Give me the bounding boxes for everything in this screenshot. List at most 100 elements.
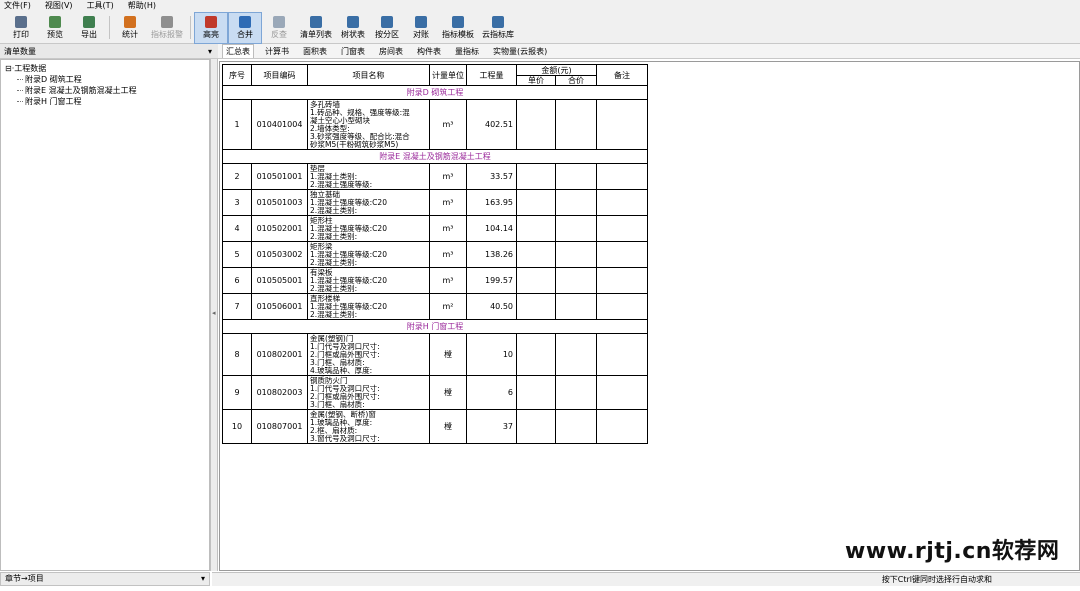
toolbar-button-label: 按分区 [375,30,399,39]
cell-seq: 2 [222,163,252,190]
cell-unit: m³ [429,267,467,294]
cell-code: 010503002 [251,241,308,268]
tab-3[interactable]: 门窗表 [338,45,368,58]
cell-seq: 9 [222,375,252,410]
cell-unit-price [516,215,556,242]
menu-help[interactable]: 帮助(H) [128,0,156,12]
cell-qty: 104.14 [466,215,517,242]
section-row[interactable]: 附录D 砌筑工程 [222,85,648,100]
table-row[interactable]: 6 010505001 有梁板 1.混凝土强度等级:C20 2.混凝土类别: m³ 199.… [222,267,648,294]
toolbar-button-13[interactable]: 云指标库 [478,12,518,44]
header-name: 项目名称 [307,64,430,86]
toolbar-button-label: 树状表 [341,30,365,39]
cell-code: 010807001 [251,409,308,444]
tab-4[interactable]: 房间表 [376,45,406,58]
cell-qty: 163.95 [466,189,517,216]
cell-code: 010505001 [251,267,308,294]
toolbar-button-0[interactable]: 打印 [4,12,38,44]
toolbar-button-10[interactable]: 按分区 [370,12,404,44]
cell-total [555,333,597,376]
partition-icon [381,16,393,28]
cell-unit-price [516,241,556,268]
toolbar-button-11[interactable]: 对账 [404,12,438,44]
table-row[interactable]: 9 010802003 钢质防火门 1.门代号及洞口尺寸: 2.门框或扇外围尺寸: 3.门… [222,375,648,410]
toolbar-button-label: 预览 [47,30,63,39]
menu-file[interactable]: 文件(F) [4,0,31,12]
cell-code: 010401004 [251,99,308,150]
reconcile-icon [415,16,427,28]
cell-remark [596,293,648,320]
toolbar-button-5[interactable]: 高亮 [194,12,228,44]
header-unit-price: 单价 [516,75,556,86]
tab-5[interactable]: 构件表 [414,45,444,58]
table-row[interactable]: 10 010807001 金属(塑钢、断桥)窗 1.玻璃品种、厚度: 2.框、扇材质: 3… [222,409,648,444]
tab-6[interactable]: 量指标 [452,45,482,58]
chevron-down-icon[interactable]: ▾ [201,573,205,585]
cell-unit: 樘 [429,333,467,376]
cell-unit: m³ [429,189,467,216]
bill-quantity-table: 序号 项目编码 项目名称 计量单位 工程量 金额(元) 备注 单价 合价 附录D… [222,64,648,444]
tab-7[interactable]: 实物量(云报表) [490,45,550,58]
name-line: 2.混凝土类别: [310,283,358,293]
toolbar-button-1[interactable]: 预览 [38,12,72,44]
cell-qty: 402.51 [466,99,517,150]
toolbar-button-6[interactable]: 合并 [228,12,262,44]
cell-qty: 10 [466,333,517,376]
tree-item-appendix-e[interactable]: 附录E 混凝土及钢筋混凝土工程 [5,85,205,96]
panel-menu-chevron-icon[interactable]: ▾ [208,44,212,59]
toolbar-button-label: 导出 [81,30,97,39]
left-status-selector[interactable]: 章节→项目 ▾ [0,572,210,586]
cell-unit: m³ [429,163,467,190]
table-row[interactable]: 5 010503002 矩形梁 1.混凝土强度等级:C20 2.混凝土类别: m³ 138.… [222,241,648,268]
cell-unit: 樘 [429,375,467,410]
panel-splitter[interactable]: ◂ [210,59,218,571]
report-area: 序号 项目编码 项目名称 计量单位 工程量 金额(元) 备注 单价 合价 附录D… [219,61,1080,571]
cell-seq: 7 [222,293,252,320]
collapse-arrow-icon[interactable]: ◂ [212,309,216,317]
menu-view[interactable]: 视图(V) [45,0,73,12]
tree-root[interactable]: ⊟·工程数据 [5,63,205,74]
table-row[interactable]: 2 010501001 垫层 1.混凝土类别: 2.混凝土强度等级: m³ 33.57 [222,163,648,190]
header-seq: 序号 [222,64,252,86]
cell-unit-price [516,375,556,410]
toolbar-button-12[interactable]: 指标模板 [438,12,478,44]
cell-seq: 10 [222,409,252,444]
toolbar-button-8[interactable]: 清单列表 [296,12,336,44]
toolbar-button-2[interactable]: 导出 [72,12,106,44]
cell-seq: 5 [222,241,252,268]
cell-qty: 138.26 [466,241,517,268]
printer-icon [15,16,27,28]
tree-item-appendix-d[interactable]: 附录D 砌筑工程 [5,74,205,85]
cell-total [555,375,597,410]
toolbar-button-label: 打印 [13,30,29,39]
cell-unit-price [516,99,556,150]
tab-1[interactable]: 计算书 [262,45,292,58]
cell-remark [596,99,648,150]
section-row[interactable]: 附录E 混凝土及钢筋混凝土工程 [222,149,648,164]
table-row[interactable]: 3 010501003 独立基础 1.混凝土强度等级:C20 2.混凝土类别: m³ 163… [222,189,648,216]
cell-unit: m³ [429,241,467,268]
toolbar-button-label: 合并 [237,30,253,39]
header-unit: 计量单位 [429,64,467,86]
toolbar-button-label: 指标报警 [151,30,183,39]
section-row[interactable]: 附录H 门窗工程 [222,319,648,334]
cell-code: 010501001 [251,163,308,190]
table-row[interactable]: 1 010401004 多孔砖墙 1.砖品种、规格、强度等级:混 凝土空心小型砌块 2.墙… [222,99,648,150]
tree-item-appendix-h[interactable]: 附录H 门窗工程 [5,96,205,107]
left-status-text: 章节→项目 [5,574,44,583]
tab-2[interactable]: 面积表 [300,45,330,58]
cell-seq: 4 [222,215,252,242]
menu-tools[interactable]: 工具(T) [87,0,114,12]
cell-qty: 40.50 [466,293,517,320]
table-row[interactable]: 8 010802001 金属(塑钢)门 1.门代号及洞口尺寸: 2.门框或扇外围尺寸: 3… [222,333,648,376]
section-title: 附录H 门窗工程 [222,319,648,334]
cell-seq: 6 [222,267,252,294]
tab-0[interactable]: 汇总表 [222,44,254,58]
left-panel-header[interactable]: 清单数量 ▾ [0,44,218,59]
table-row[interactable]: 7 010506001 直形楼梯 1.混凝土强度等级:C20 2.混凝土类别: m² 40.… [222,293,648,320]
table-row[interactable]: 4 010502001 矩形柱 1.混凝土强度等级:C20 2.混凝土类别: m³ 104.… [222,215,648,242]
cell-unit: m³ [429,99,467,150]
toolbar-button-3[interactable]: 统计 [113,12,147,44]
toolbar-button-9[interactable]: 树状表 [336,12,370,44]
cell-unit: 樘 [429,409,467,444]
